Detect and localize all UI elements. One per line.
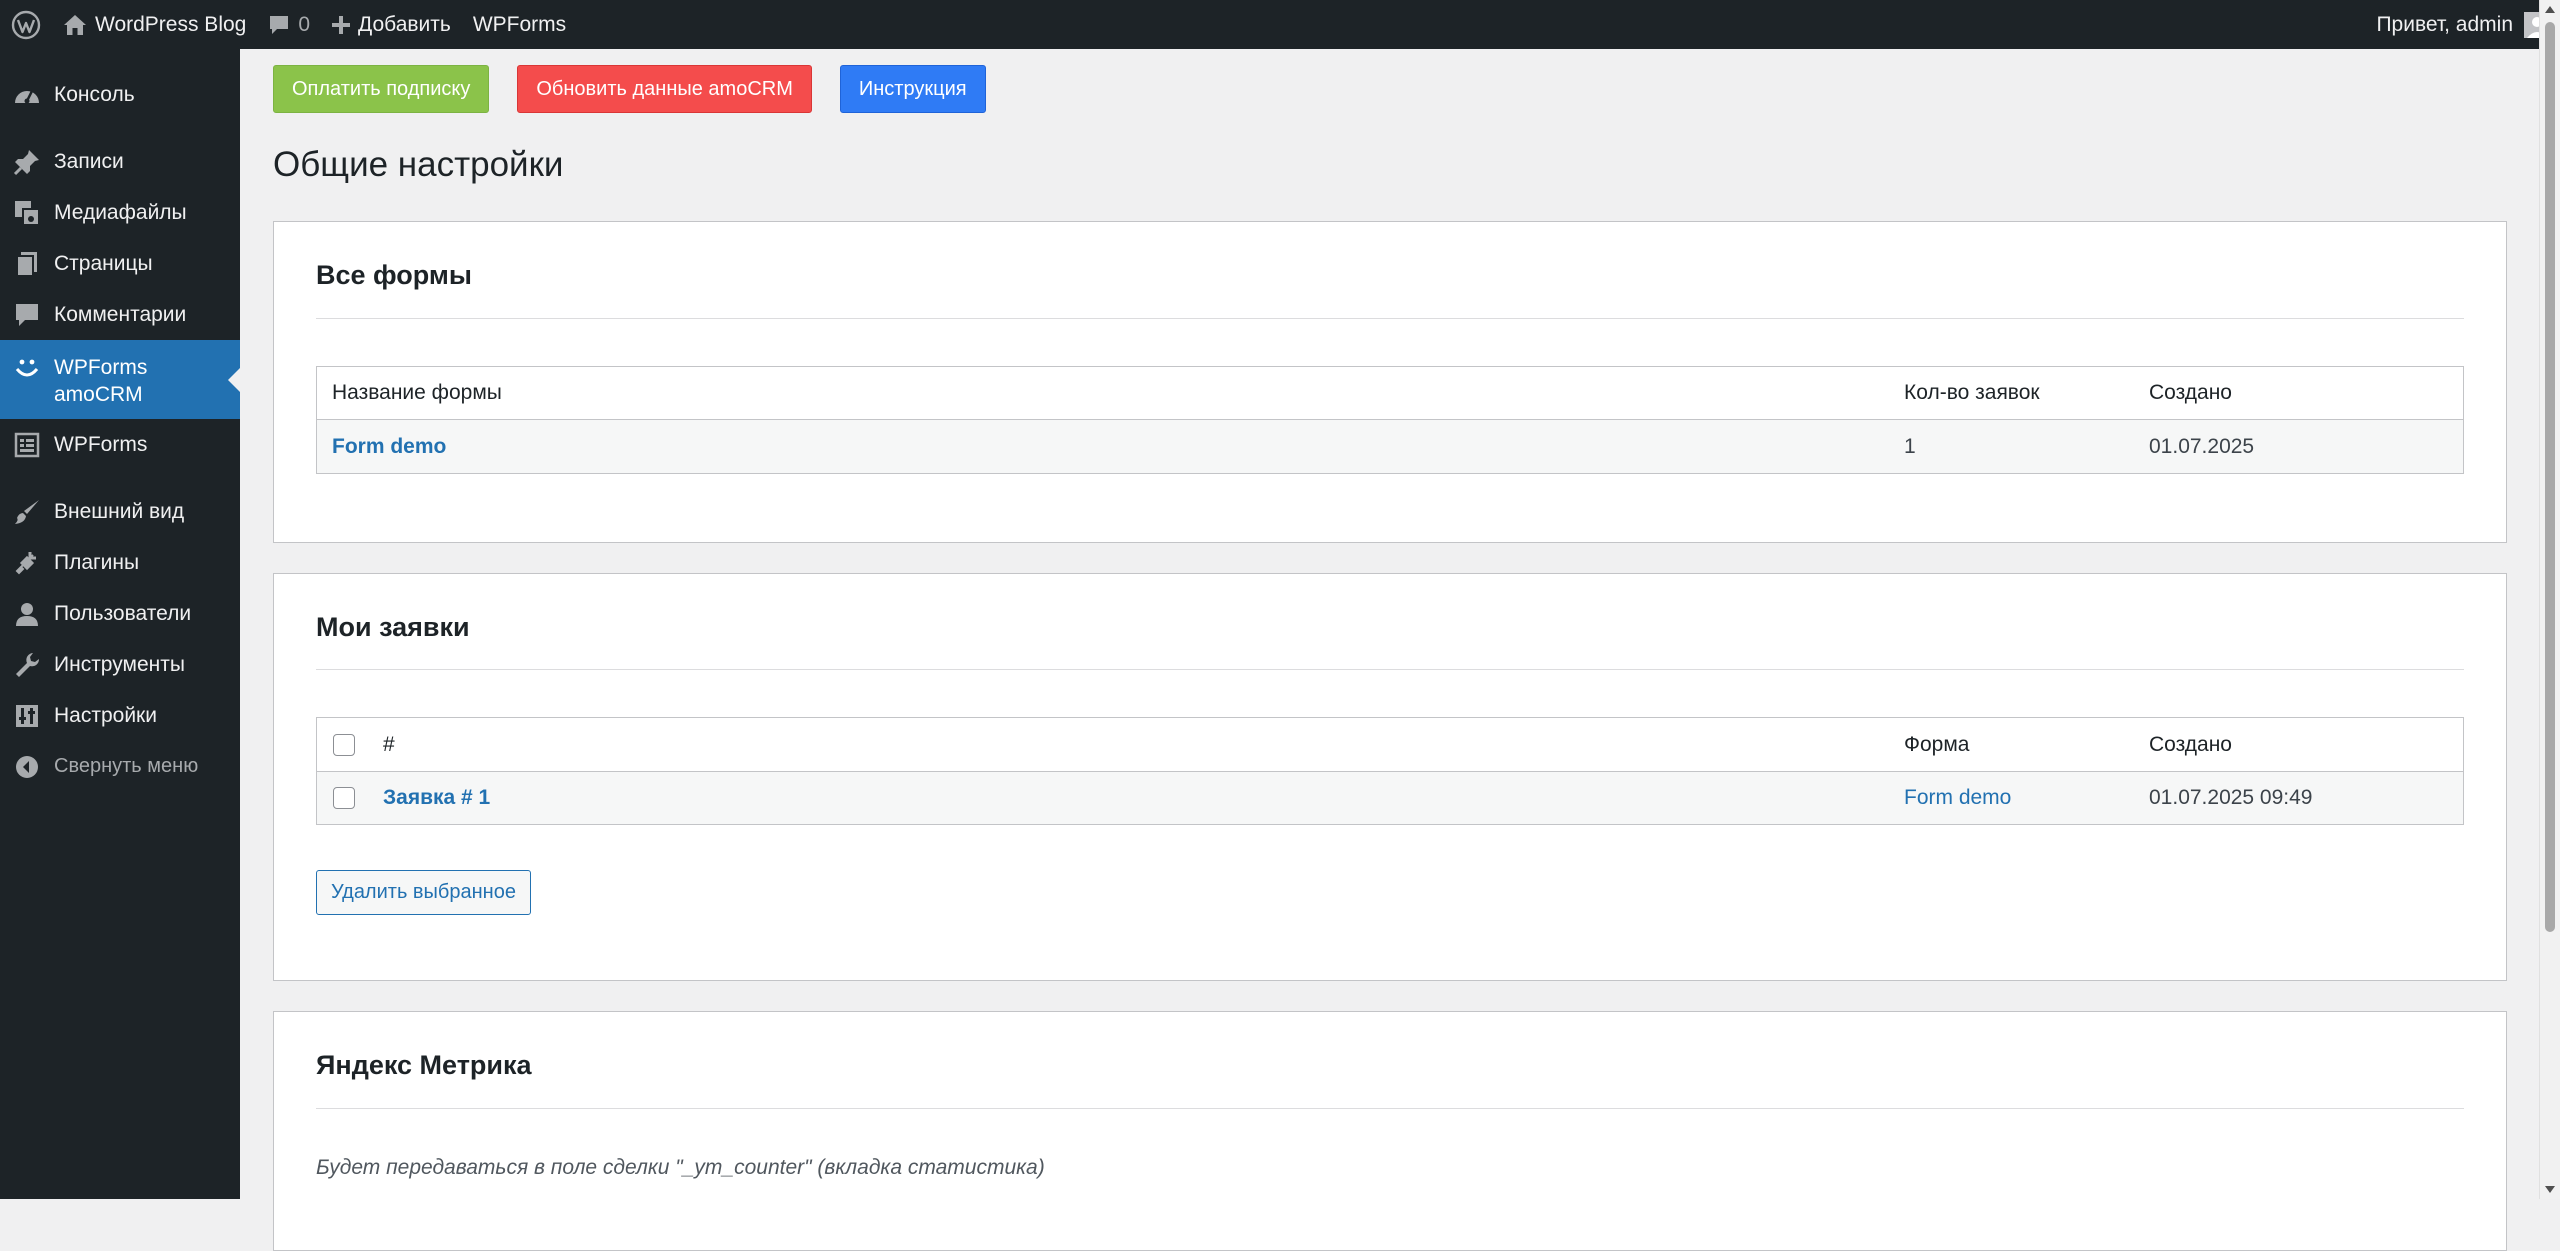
menu-item-pages[interactable]: Страницы bbox=[0, 238, 240, 289]
collapse-menu-button[interactable]: Свернуть меню bbox=[0, 741, 240, 792]
form-name-link[interactable]: Form demo bbox=[332, 420, 446, 473]
column-form-name: Название формы bbox=[332, 381, 502, 404]
menu-item-posts[interactable]: Записи bbox=[0, 136, 240, 187]
add-new-link[interactable]: Добавить bbox=[321, 0, 462, 49]
page-scrollbar[interactable] bbox=[2539, 0, 2560, 1199]
menu-item-tools[interactable]: Инструменты bbox=[0, 639, 240, 690]
table-row: Form demo 1 01.07.2025 bbox=[317, 420, 2463, 473]
wpforms-adminbar-label: WPForms bbox=[472, 12, 567, 36]
wordpress-logo-icon[interactable] bbox=[0, 0, 52, 49]
menu-label: Комментарии bbox=[54, 302, 187, 326]
requests-table: # Форма Создано Заявка # 1 Form demo 01.… bbox=[316, 717, 2464, 825]
menu-item-users[interactable]: Пользователи bbox=[0, 588, 240, 639]
wpforms-adminbar-link[interactable]: WPForms bbox=[462, 0, 577, 49]
menu-item-plugins[interactable]: Плагины bbox=[0, 537, 240, 588]
menu-item-appearance[interactable]: Внешний вид bbox=[0, 486, 240, 537]
add-new-label: Добавить bbox=[358, 12, 451, 36]
menu-label: Пользователи bbox=[54, 601, 192, 625]
greeting-text: Привет, admin bbox=[2376, 12, 2513, 36]
comments-count: 0 bbox=[298, 12, 311, 36]
pay-subscription-button[interactable]: Оплатить подписку bbox=[273, 65, 490, 113]
pages-icon bbox=[12, 249, 42, 279]
scrollbar-thumb[interactable] bbox=[2545, 22, 2555, 932]
divider bbox=[316, 1108, 2464, 1109]
menu-label: Плагины bbox=[54, 550, 140, 574]
refresh-amocrm-button[interactable]: Обновить данные amoCRM bbox=[517, 65, 812, 113]
site-name: WordPress Blog bbox=[95, 12, 247, 36]
request-created-date: 01.07.2025 09:49 bbox=[2149, 786, 2313, 809]
menu-label: Настройки bbox=[54, 703, 157, 727]
created-date: 01.07.2025 bbox=[2149, 434, 2255, 458]
pushpin-icon bbox=[12, 147, 42, 177]
menu-item-wpforms[interactable]: WPForms bbox=[0, 419, 240, 470]
page-title: Общие настройки bbox=[273, 145, 564, 184]
metrika-card: Яндекс Метрика Будет передаваться в поле… bbox=[273, 1011, 2507, 1251]
admin-bar: WordPress Blog 0 Добавить WPForms Привет… bbox=[0, 0, 2560, 49]
comments-link[interactable]: 0 bbox=[257, 0, 321, 49]
brush-icon bbox=[12, 497, 42, 527]
select-all-checkbox-cell bbox=[333, 718, 355, 771]
collapse-arrow-icon bbox=[12, 752, 42, 782]
site-name-link[interactable]: WordPress Blog bbox=[52, 0, 257, 49]
menu-label: Медиафайлы bbox=[54, 200, 187, 224]
menu-label: Записи bbox=[54, 149, 124, 173]
wrench-icon bbox=[12, 650, 42, 680]
menu-label: Консоль bbox=[54, 82, 135, 106]
metrika-note: Будет передаваться в поле сделки "_ym_co… bbox=[316, 1156, 1045, 1179]
menu-label: WPForms amoCRM bbox=[54, 356, 148, 406]
row-checkbox-cell bbox=[333, 772, 355, 824]
collapse-menu-label: Свернуть меню bbox=[54, 755, 199, 777]
scroll-down-arrow-icon[interactable] bbox=[2545, 1186, 2555, 1193]
menu-item-settings[interactable]: Настройки bbox=[0, 690, 240, 741]
request-link[interactable]: Заявка # 1 bbox=[383, 772, 490, 824]
dashboard-icon bbox=[12, 80, 42, 110]
table-header: # Форма Создано bbox=[317, 718, 2463, 772]
column-created: Создано bbox=[2149, 732, 2232, 756]
smiley-icon bbox=[12, 354, 42, 384]
menu-label: Страницы bbox=[54, 251, 153, 275]
menu-label: Инструменты bbox=[54, 652, 185, 676]
requests-count: 1 bbox=[1904, 434, 1916, 458]
divider bbox=[316, 318, 2464, 319]
media-icon bbox=[12, 198, 42, 228]
home-icon bbox=[63, 14, 87, 36]
metrika-card-title: Яндекс Метрика bbox=[316, 1050, 532, 1080]
scroll-up-arrow-icon[interactable] bbox=[2545, 6, 2555, 13]
my-account[interactable]: Привет, admin bbox=[2376, 11, 2560, 38]
column-requests-count: Кол-во заявок bbox=[1904, 381, 2040, 404]
comment-icon bbox=[12, 300, 42, 330]
admin-sidebar: Консоль Записи Медиафайлы Страницы Комме… bbox=[0, 49, 240, 1199]
menu-label: Внешний вид bbox=[54, 499, 185, 523]
delete-selected-button[interactable]: Удалить выбранное bbox=[316, 870, 531, 915]
menu-label: WPForms bbox=[54, 432, 148, 456]
user-icon bbox=[12, 599, 42, 629]
forms-card: Все формы Название формы Кол-во заявок С… bbox=[273, 221, 2507, 543]
menu-item-wpforms-amocrm[interactable]: WPForms amoCRM bbox=[0, 340, 240, 419]
column-created: Создано bbox=[2149, 381, 2232, 404]
table-row: Заявка # 1 Form demo 01.07.2025 09:49 bbox=[317, 772, 2463, 824]
row-checkbox[interactable] bbox=[333, 787, 355, 809]
top-actions: Оплатить подписку Обновить данные amoCRM… bbox=[273, 65, 1014, 113]
plus-icon bbox=[332, 15, 351, 34]
menu-item-media[interactable]: Медиафайлы bbox=[0, 187, 240, 238]
requests-card: Мои заявки # Форма Создано Заявка # 1 Fo… bbox=[273, 573, 2507, 981]
column-form: Форма bbox=[1904, 732, 1970, 756]
menu-item-dashboard[interactable]: Консоль bbox=[0, 69, 240, 120]
forms-card-title: Все формы bbox=[316, 260, 472, 290]
plugin-icon bbox=[12, 548, 42, 578]
instructions-button[interactable]: Инструкция bbox=[839, 65, 986, 113]
divider bbox=[316, 669, 2464, 670]
comment-bubble-icon bbox=[268, 14, 290, 36]
menu-item-comments[interactable]: Комментарии bbox=[0, 289, 240, 340]
forms-table: Название формы Кол-во заявок Создано For… bbox=[316, 366, 2464, 474]
settings-icon bbox=[12, 701, 42, 731]
select-all-checkbox[interactable] bbox=[333, 733, 355, 756]
requests-card-title: Мои заявки bbox=[316, 612, 470, 642]
form-icon bbox=[12, 430, 42, 460]
column-number: # bbox=[383, 732, 395, 756]
request-form-link[interactable]: Form demo bbox=[1904, 772, 2011, 824]
table-header: Название формы Кол-во заявок Создано bbox=[317, 367, 2463, 420]
